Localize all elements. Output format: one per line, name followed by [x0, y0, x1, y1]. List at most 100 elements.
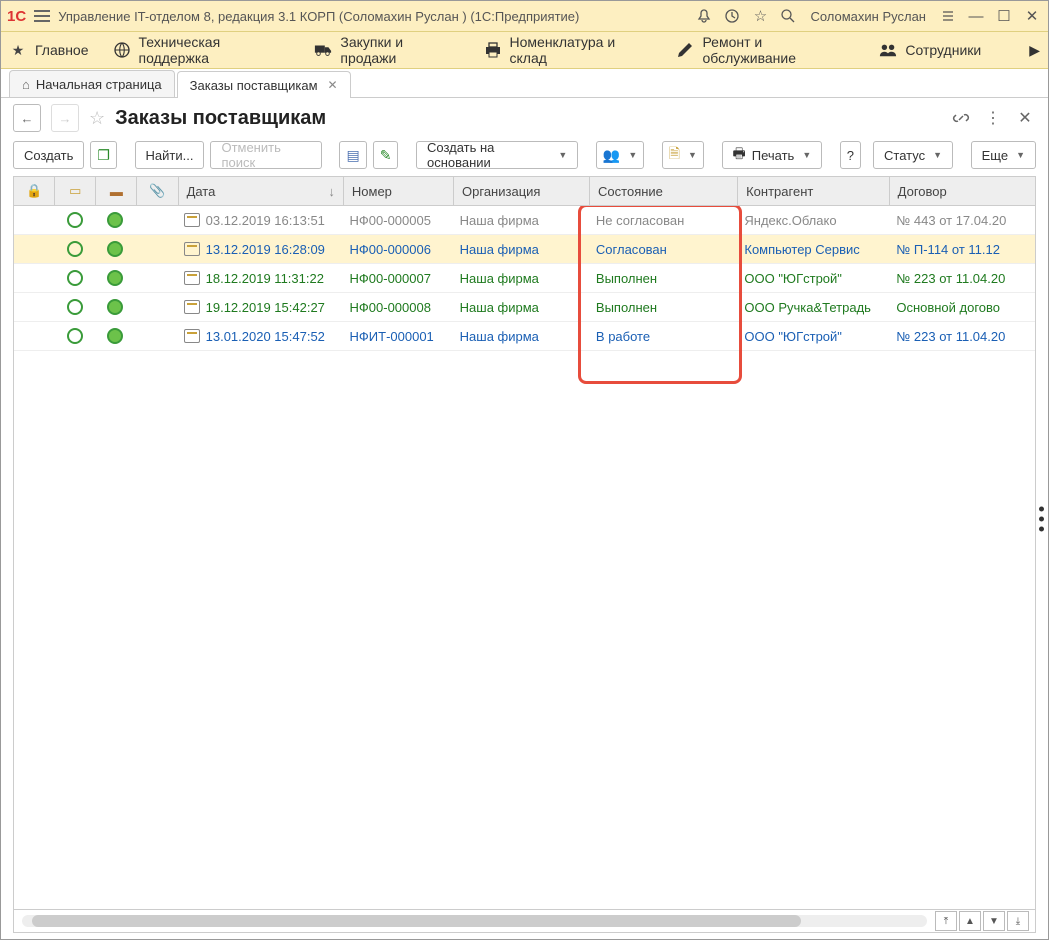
nav-back-button[interactable]: ← — [13, 104, 41, 132]
cell-status2 — [95, 328, 135, 344]
menu-purchases[interactable]: Закупки и продажи — [314, 34, 459, 66]
col-status2[interactable]: ▬ — [96, 177, 137, 205]
print-icon: 🖶 — [733, 143, 746, 167]
col-lock[interactable]: 🔒 — [14, 177, 55, 205]
reports-button[interactable]: 🗎▼ — [662, 141, 704, 169]
circle-outline-icon — [67, 299, 83, 315]
tab-orders[interactable]: Заказы поставщикам ✕ — [177, 71, 351, 98]
cell-number: НФ00-000006 — [342, 242, 452, 257]
cell-status1 — [54, 328, 94, 344]
cell-contract: № 223 от 11.04.20 — [888, 271, 1035, 286]
table-row[interactable]: 03.12.2019 16:13:51НФ00-000005Наша фирма… — [14, 206, 1035, 235]
create-based-button[interactable]: Создать на основании▼ — [416, 141, 578, 169]
circle-filled-icon — [107, 241, 123, 257]
find-button[interactable]: Найти... — [135, 141, 205, 169]
create-button[interactable]: Создать — [13, 141, 84, 169]
table-header: 🔒 ▭ ▬ 📎 Дата↓ Номер Организация Состояни… — [14, 177, 1035, 206]
search-icon[interactable] — [778, 6, 798, 26]
menu-label: Закупки и продажи — [340, 34, 459, 66]
maximize-icon[interactable]: ☐ — [994, 6, 1014, 26]
cell-status2 — [95, 212, 135, 228]
menu-support[interactable]: Техническая поддержка — [113, 34, 291, 66]
table-body: 03.12.2019 16:13:51НФ00-000005Наша фирма… — [14, 206, 1035, 909]
user-menu-icon[interactable] — [938, 6, 958, 26]
copy-button[interactable]: ❐ — [90, 141, 117, 169]
nav-up-icon[interactable]: ▲ — [959, 911, 981, 931]
cell-number: НФ00-000005 — [342, 213, 452, 228]
cell-contract: Основной догово — [888, 300, 1035, 315]
user-name[interactable]: Соломахин Руслан — [810, 9, 926, 24]
close-window-icon[interactable]: ✕ — [1022, 6, 1042, 26]
favorite-star-icon[interactable]: ☆ — [89, 108, 105, 129]
edit-button[interactable]: ✎ — [373, 141, 399, 169]
page-title: Заказы поставщикам — [115, 107, 326, 130]
cell-status2 — [95, 241, 135, 257]
bell-icon[interactable] — [694, 6, 714, 26]
circle-outline-icon — [67, 212, 83, 228]
cell-status2 — [95, 299, 135, 315]
users-button[interactable]: 👥▼ — [596, 141, 644, 169]
cell-number: НФ00-000008 — [342, 300, 452, 315]
table-row[interactable]: 13.12.2019 16:28:09НФ00-000006Наша фирма… — [14, 235, 1035, 264]
window-title: Управление IT-отделом 8, редакция 3.1 КО… — [58, 9, 686, 24]
cell-state: Согласован — [588, 242, 736, 257]
burger-icon[interactable] — [34, 10, 50, 22]
nav-down-icon[interactable]: ▼ — [983, 911, 1005, 931]
horizontal-scrollbar[interactable] — [22, 915, 927, 927]
cancel-search-button[interactable]: Отменить поиск — [210, 141, 321, 169]
minimize-icon[interactable]: — — [966, 6, 986, 26]
menu-stock[interactable]: Номенклатура и склад — [484, 34, 653, 66]
list-button[interactable]: ▤ — [339, 141, 366, 169]
table-row[interactable]: 13.01.2020 15:47:52НФИТ-000001Наша фирма… — [14, 322, 1035, 351]
table-footer: ⤒ ▲ ▼ ⤓ — [14, 909, 1035, 932]
cell-org: Наша фирма — [452, 300, 588, 315]
cell-contract: № 223 от 11.04.20 — [888, 329, 1035, 344]
col-attach[interactable]: 📎 — [137, 177, 178, 205]
cell-contractor: ООО "ЮГстрой" — [736, 271, 888, 286]
nav-last-icon[interactable]: ⤓ — [1007, 911, 1029, 931]
close-page-icon[interactable]: ✕ — [1014, 107, 1036, 129]
document-icon — [184, 213, 200, 227]
cell-state: Не согласован — [588, 213, 736, 228]
nav-forward-button[interactable]: → — [51, 104, 79, 132]
star-icon[interactable]: ☆ — [750, 6, 770, 26]
main-menu: ★Главное Техническая поддержка Закупки и… — [1, 32, 1048, 69]
menu-main[interactable]: ★Главное — [9, 41, 89, 59]
link-icon[interactable] — [950, 107, 972, 129]
cell-number: НФ00-000007 — [342, 271, 452, 286]
row-nav-buttons: ⤒ ▲ ▼ ⤓ — [935, 911, 1029, 931]
menu-staff[interactable]: Сотрудники — [879, 41, 981, 59]
side-handle-icon[interactable] — [1035, 502, 1048, 535]
table-row[interactable]: 18.12.2019 11:31:22НФ00-000007Наша фирма… — [14, 264, 1035, 293]
table-row[interactable]: 19.12.2019 15:42:27НФ00-000008Наша фирма… — [14, 293, 1035, 322]
circle-filled-icon — [107, 328, 123, 344]
status-button[interactable]: Статус▼ — [873, 141, 953, 169]
menu-scroll-right-icon[interactable]: ▶ — [1029, 42, 1040, 59]
home-icon: ⌂ — [22, 77, 30, 92]
nav-first-icon[interactable]: ⤒ — [935, 911, 957, 931]
col-contract[interactable]: Договор — [890, 177, 1035, 205]
help-button[interactable]: ? — [840, 141, 861, 169]
col-status1[interactable]: ▭ — [55, 177, 96, 205]
col-state[interactable]: Состояние — [590, 177, 738, 205]
cell-org: Наша фирма — [452, 271, 588, 286]
people-icon — [879, 41, 897, 59]
tab-home[interactable]: ⌂ Начальная страница — [9, 70, 175, 97]
menu-service[interactable]: Ремонт и обслуживание — [676, 34, 855, 66]
history-icon[interactable] — [722, 6, 742, 26]
orders-table: 🔒 ▭ ▬ 📎 Дата↓ Номер Организация Состояни… — [13, 176, 1036, 933]
cell-status2 — [95, 270, 135, 286]
circle-filled-icon — [107, 299, 123, 315]
col-contractor[interactable]: Контрагент — [738, 177, 890, 205]
col-org[interactable]: Организация — [454, 177, 590, 205]
lock-icon: 🔒 — [26, 183, 42, 199]
cell-number: НФИТ-000001 — [342, 329, 452, 344]
cell-state: Выполнен — [588, 300, 736, 315]
print-button[interactable]: 🖶Печать▼ — [722, 141, 823, 169]
tab-close-icon[interactable]: ✕ — [328, 78, 338, 92]
app-logo: 1C — [7, 8, 26, 25]
more-button[interactable]: Еще▼ — [971, 141, 1036, 169]
col-number[interactable]: Номер — [344, 177, 454, 205]
kebab-icon[interactable]: ⋮ — [982, 107, 1004, 129]
col-date[interactable]: Дата↓ — [179, 177, 344, 205]
